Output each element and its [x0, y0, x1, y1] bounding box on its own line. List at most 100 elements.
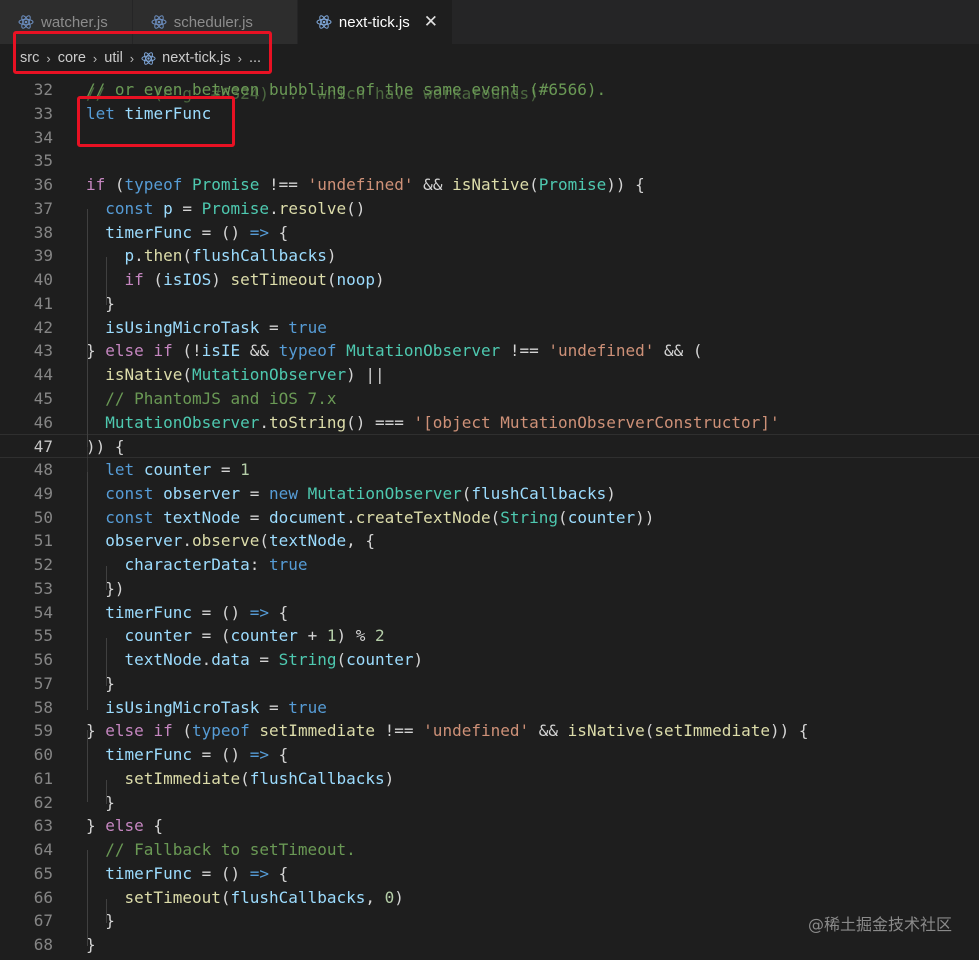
code-line[interactable]: 50 const textNode = document.createTextN…	[0, 506, 979, 530]
code-text: const p = Promise.resolve()	[105, 198, 366, 218]
code-text: observer.observe(textNode, {	[105, 531, 376, 551]
line-number: 63	[33, 816, 53, 836]
chevron-right-icon: ›	[129, 50, 135, 66]
tab-watcher[interactable]: watcher.js	[0, 0, 133, 44]
line-number: 67	[33, 911, 53, 931]
code-line[interactable]: 48 let counter = 1	[0, 458, 979, 482]
code-line[interactable]: 33 let timerFunc	[0, 102, 979, 126]
indent-guide	[87, 209, 88, 447]
code-line[interactable]: 58 isUsingMicroTask = true	[0, 696, 979, 720]
code-line[interactable]: 37 const p = Promise.resolve()	[0, 197, 979, 221]
code-line[interactable]: 65 timerFunc = () => {	[0, 862, 979, 886]
code-line[interactable]: 43} else if (!isIE && typeof MutationObs…	[0, 339, 979, 363]
code-text: MutationObserver.toString() === '[object…	[105, 412, 780, 432]
code-line[interactable]: 54 timerFunc = () => {	[0, 601, 979, 625]
code-text: const observer = new MutationObserver(fl…	[105, 483, 616, 503]
line-number: 47	[33, 437, 53, 457]
code-text: textNode.data = String(counter)	[124, 650, 424, 669]
code-line[interactable]: 66 setTimeout(flushCallbacks, 0)	[0, 886, 979, 910]
code-line[interactable]: 44 isNative(MutationObserver) ||	[0, 363, 979, 387]
line-number: 48	[33, 460, 53, 479]
code-text: }	[86, 911, 115, 931]
code-text: } else if (!isIE && typeof MutationObser…	[86, 341, 703, 361]
breadcrumb-item-more[interactable]: ...	[249, 50, 261, 66]
react-icon	[316, 15, 332, 29]
breadcrumb-item-core[interactable]: core	[58, 50, 86, 66]
code-text: let counter = 1	[105, 460, 250, 479]
breadcrumb-item-src[interactable]: src	[20, 50, 39, 66]
line-number: 42	[33, 317, 53, 337]
line-number: 64	[33, 840, 53, 859]
line-number: 34	[33, 127, 53, 147]
code-line[interactable]: 64 // Fallback to setTimeout.	[0, 838, 979, 862]
line-number: 61	[33, 768, 53, 788]
line-number: 38	[33, 222, 53, 242]
code-line[interactable]: 60 timerFunc = () => {	[0, 743, 979, 767]
code-line[interactable]: 55 counter = (counter + 1) % 2	[0, 624, 979, 648]
react-icon	[18, 15, 34, 29]
line-number: 50	[33, 507, 53, 527]
breadcrumb-item-util[interactable]: util	[104, 50, 123, 66]
code-text: if (typeof Promise !== 'undefined' && is…	[86, 175, 645, 194]
indent-guide	[106, 257, 107, 305]
code-line[interactable]: 41 }	[0, 292, 979, 316]
code-editor[interactable]: // ... (e.g. #6324) ... which have worka…	[0, 70, 979, 960]
code-line[interactable]: 42 isUsingMicroTask = true	[0, 316, 979, 340]
code-line[interactable]: 51 observer.observe(textNode, {	[0, 529, 979, 553]
line-number: 41	[33, 293, 53, 313]
code-line[interactable]: 46 MutationObserver.toString() === '[obj…	[0, 411, 979, 435]
code-text: isUsingMicroTask = true	[105, 697, 327, 717]
line-number: 59	[33, 721, 53, 741]
line-number: 60	[33, 745, 53, 764]
line-number: 55	[33, 626, 53, 646]
code-text: }	[86, 673, 115, 693]
code-line[interactable]: 36 if (typeof Promise !== 'undefined' && …	[0, 173, 979, 197]
code-line[interactable]: 35	[0, 149, 979, 173]
chevron-right-icon: ›	[92, 50, 98, 66]
code-line[interactable]: 63 } else {	[0, 814, 979, 838]
code-line[interactable]: 38 timerFunc = () => {	[0, 221, 979, 245]
code-line[interactable]: 34	[0, 126, 979, 150]
line-number: 32	[33, 80, 53, 99]
indent-guide	[87, 850, 88, 946]
line-number: 36	[33, 175, 53, 194]
line-number: 39	[33, 246, 53, 266]
code-line[interactable]: 53 })	[0, 577, 979, 601]
line-number: 68	[33, 935, 53, 954]
breadcrumb-item-file[interactable]: next-tick.js	[162, 50, 231, 66]
code-line[interactable]: 45 // PhantomJS and iOS 7.x	[0, 387, 979, 411]
code-text: let timerFunc	[86, 103, 212, 123]
react-icon	[141, 51, 156, 65]
code-text: // or even between bubbling of the same …	[86, 80, 607, 99]
code-line[interactable]: 62 }	[0, 791, 979, 815]
code-text: const textNode = document.createTextNode…	[105, 507, 655, 527]
code-line[interactable]: 47 )) {	[0, 434, 979, 459]
code-text: if (isIOS) setTimeout(noop)	[124, 270, 385, 289]
code-line[interactable]: 57 }	[0, 672, 979, 696]
indent-guide	[106, 566, 107, 590]
code-text: setImmediate(flushCallbacks)	[124, 768, 395, 788]
close-icon[interactable]: ✕	[424, 12, 438, 32]
code-line[interactable]: 59 } else if (typeof setImmediate !== 'un…	[0, 719, 979, 743]
code-line[interactable]: 61 setImmediate(flushCallbacks)	[0, 767, 979, 791]
code-text: } else if (typeof setImmediate !== 'unde…	[86, 721, 809, 741]
indent-guide	[87, 472, 88, 710]
code-line[interactable]: 39 p.then(flushCallbacks)	[0, 244, 979, 268]
tab-label: scheduler.js	[173, 13, 253, 31]
code-line[interactable]: 52 characterData: true	[0, 553, 979, 577]
code-text: }	[86, 293, 115, 313]
indent-guide	[106, 899, 107, 923]
line-number: 65	[33, 863, 53, 883]
code-text: counter = (counter + 1) % 2	[124, 626, 385, 646]
code-line[interactable]: 40 if (isIOS) setTimeout(noop)	[0, 268, 979, 292]
code-text: timerFunc = () => {	[105, 745, 289, 764]
line-number: 49	[33, 483, 53, 503]
code-line[interactable]: 32 // or even between bubbling of the sam…	[0, 78, 979, 102]
code-text: )) {	[86, 437, 125, 457]
tab-scheduler[interactable]: scheduler.js	[132, 0, 298, 44]
tab-next-tick[interactable]: next-tick.js ✕	[297, 0, 454, 44]
code-line[interactable]: 68}	[0, 933, 979, 957]
code-text: } else {	[86, 816, 164, 836]
code-line[interactable]: 56 textNode.data = String(counter)	[0, 648, 979, 672]
code-line[interactable]: 49 const observer = new MutationObserver…	[0, 482, 979, 506]
